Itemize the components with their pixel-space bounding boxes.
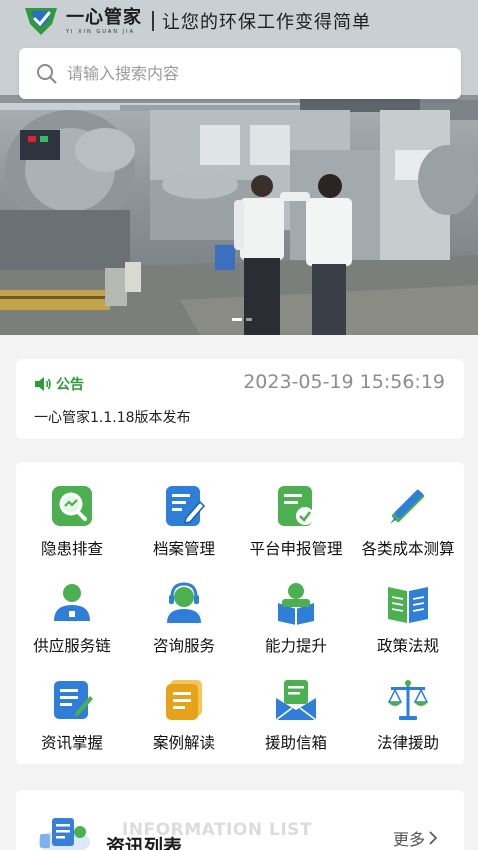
service-label: 资讯掌握 — [40, 734, 103, 752]
search-icon — [37, 64, 57, 84]
service-label: 援助信箱 — [264, 734, 327, 752]
service-label: 隐患排查 — [40, 540, 103, 558]
ruler-pencil-icon — [390, 489, 425, 524]
brand-logo-icon — [25, 8, 57, 35]
service-policy[interactable]: 政策法规 — [352, 581, 464, 667]
brand-name: 一心管家 — [66, 6, 142, 28]
service-cost-estimate[interactable]: 各类成本测算 — [352, 484, 464, 570]
service-label: 档案管理 — [152, 540, 215, 558]
announcement-timestamp: 2023-05-19 15:56:19 — [243, 371, 445, 393]
balance-scale-icon — [387, 680, 429, 720]
service-label: 各类成本测算 — [361, 540, 455, 558]
service-label: 能力提升 — [264, 637, 327, 655]
service-platform-declare[interactable]: 平台申报管理 — [240, 484, 352, 570]
user-network-icon — [54, 584, 90, 621]
mail-letter-icon — [275, 680, 317, 721]
service-archive[interactable]: 档案管理 — [128, 484, 240, 570]
chevron-right-icon — [429, 831, 438, 845]
service-label: 案例解读 — [152, 734, 215, 752]
news-illustration-icon — [38, 818, 90, 850]
service-label: 咨询服务 — [152, 637, 215, 655]
more-link[interactable]: 更多 — [393, 826, 438, 850]
service-grid: 隐患排查 档案管理 平台申报管理 各类成本测算 供应服务链 咨询服务 能力提升 … — [16, 462, 464, 764]
info-list-section: INFORMATION LIST 资讯列表 更多 — [16, 790, 464, 850]
file-stack-icon — [166, 680, 202, 720]
magnifier-chart-icon — [52, 486, 92, 526]
speaker-icon — [35, 377, 51, 391]
more-label: 更多 — [392, 830, 425, 849]
service-legal-aid[interactable]: 法律援助 — [352, 678, 464, 764]
open-book-icon — [388, 587, 428, 623]
document-check-icon — [278, 486, 314, 526]
carousel-dot-2[interactable] — [246, 318, 252, 321]
service-help-mailbox[interactable]: 援助信箱 — [240, 678, 352, 764]
carousel-indicator — [232, 318, 252, 321]
brand-pinyin: YI XIN GUAN JIA — [66, 28, 136, 35]
search-input[interactable] — [67, 64, 427, 83]
service-hazard-check[interactable]: 隐患排查 — [16, 484, 128, 570]
search-bar[interactable] — [19, 48, 461, 99]
carousel-dot-1[interactable] — [232, 318, 242, 321]
brand-header: 一心管家 YI XIN GUAN JIA 让您的环保工作变得简单 — [22, 2, 371, 40]
reading-person-icon — [278, 583, 314, 625]
service-consulting[interactable]: 咨询服务 — [128, 581, 240, 667]
announcement-tag: 公告 — [34, 374, 84, 394]
service-supply-chain[interactable]: 供应服务链 — [16, 581, 128, 667]
service-case-study[interactable]: 案例解读 — [128, 678, 240, 764]
announcement-label: 公告 — [56, 377, 84, 393]
service-news[interactable]: 资讯掌握 — [16, 678, 128, 764]
hero-banner[interactable]: 一心管家 YI XIN GUAN JIA 让您的环保工作变得简单 — [0, 0, 478, 335]
news-edit-icon — [54, 681, 93, 719]
service-label: 政策法规 — [376, 637, 439, 655]
info-list-title: 资讯列表 — [106, 836, 183, 850]
service-capability[interactable]: 能力提升 — [240, 581, 352, 667]
announcement-message[interactable]: 一心管家1.1.18版本发布 — [34, 407, 191, 427]
service-label: 供应服务链 — [33, 637, 111, 655]
service-label: 平台申报管理 — [249, 540, 343, 558]
headset-user-icon — [167, 582, 201, 623]
announcement-card[interactable]: 公告 2023-05-19 15:56:19 一心管家1.1.18版本发布 — [16, 359, 464, 439]
brand-slogan: 让您的环保工作变得简单 — [162, 12, 371, 33]
service-label: 法律援助 — [376, 734, 439, 752]
brand-divider — [152, 11, 154, 31]
document-edit-icon — [166, 486, 206, 526]
